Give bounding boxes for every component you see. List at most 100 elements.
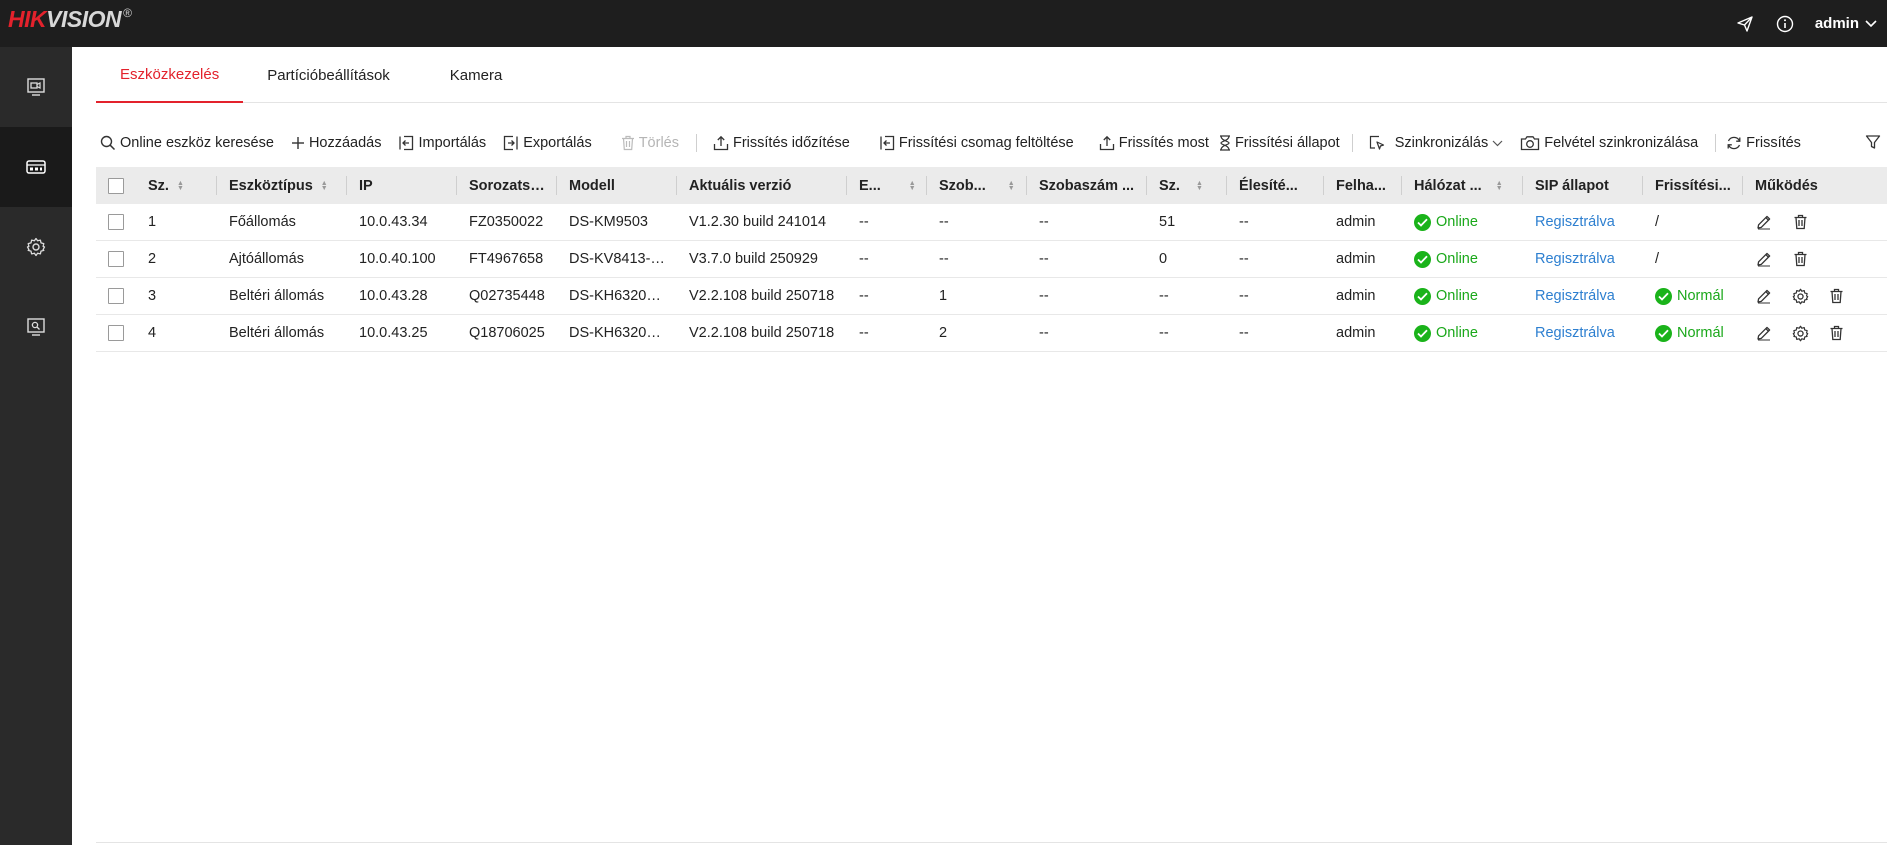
username: admin xyxy=(1336,214,1376,230)
export-icon xyxy=(504,135,518,151)
row-checkbox[interactable] xyxy=(108,251,124,267)
sip-status-link[interactable]: Regisztrálva xyxy=(1535,214,1615,230)
table-cell: V1.2.30 build 241014 xyxy=(677,204,847,241)
import-button[interactable]: Importálás xyxy=(398,135,486,151)
table-cell xyxy=(96,315,136,352)
sip-status-link[interactable]: Regisztrálva xyxy=(1535,288,1615,304)
edit-icon[interactable] xyxy=(1755,213,1773,231)
search-icon xyxy=(100,135,116,151)
refresh-button[interactable]: Frissítés xyxy=(1726,135,1801,151)
info-icon[interactable] xyxy=(1775,14,1795,34)
sidebar-item-maintenance[interactable] xyxy=(0,287,72,367)
sort-icon[interactable]: ▲ ▼ xyxy=(1496,180,1503,192)
search-online-button[interactable]: Online eszköz keresése xyxy=(100,135,274,151)
update-now-button[interactable]: Frissítés most xyxy=(1099,135,1209,151)
table-cell: 4 xyxy=(136,315,217,352)
table-cell: -- xyxy=(1027,204,1147,241)
table-cell xyxy=(96,278,136,315)
gear-icon[interactable] xyxy=(1791,287,1809,305)
table-cell: 3 xyxy=(136,278,217,315)
filter-icon[interactable] xyxy=(1865,134,1881,154)
serial-number: Q02735448 xyxy=(469,288,545,304)
gear-icon[interactable] xyxy=(1791,324,1809,342)
trash-icon[interactable] xyxy=(1791,213,1809,231)
edit-icon[interactable] xyxy=(1755,250,1773,268)
delete-button[interactable]: Törlés xyxy=(621,135,679,151)
col-room[interactable]: Szob... ▲ ▼ xyxy=(927,167,1027,204)
col-serial[interactable]: Sorozatszám xyxy=(457,167,557,204)
trash-icon[interactable] xyxy=(1827,287,1845,305)
edit-icon[interactable] xyxy=(1755,287,1773,305)
update-status: / xyxy=(1655,214,1660,230)
sync-button[interactable]: Szinkronizálás xyxy=(1369,135,1504,151)
col-sz[interactable]: Sz. ▲ ▼ xyxy=(1147,167,1227,204)
sort-icon[interactable]: ▲ ▼ xyxy=(321,180,328,192)
table-cell: Ajtóállomás xyxy=(217,241,347,278)
hourglass-icon xyxy=(1219,135,1230,151)
serial-number: FT4967658 xyxy=(469,251,544,267)
schedule-update-button[interactable]: Frissítés időzítése xyxy=(713,135,850,151)
user-menu[interactable]: admin xyxy=(1815,15,1877,32)
col-no[interactable]: Sz. ▲ ▼ xyxy=(136,167,217,204)
device-type: Beltéri állomás xyxy=(229,325,325,341)
sidebar-item-settings[interactable] xyxy=(0,207,72,287)
row-operations xyxy=(1755,324,1845,342)
col-update[interactable]: Frissítési... xyxy=(1643,167,1743,204)
tab-device-management[interactable]: Eszközkezelés xyxy=(96,47,244,103)
room-number: -- xyxy=(1039,214,1049,230)
serial-number: Q18706025 xyxy=(469,325,545,341)
row-checkbox[interactable] xyxy=(108,325,124,341)
update-status-button[interactable]: Frissítési állapot xyxy=(1219,135,1340,151)
table-row[interactable]: 4 Beltéri állomás 10.0.43.25 Q18706025 DS-KH… xyxy=(96,315,1887,352)
row-checkbox[interactable] xyxy=(108,288,124,304)
row-operations xyxy=(1755,250,1809,268)
col-user[interactable]: Felha... xyxy=(1324,167,1402,204)
update-status: / xyxy=(1655,251,1660,267)
sip-status-link[interactable]: Regisztrálva xyxy=(1535,325,1615,341)
record-sync-button[interactable]: Felvétel szinkronizálása xyxy=(1520,135,1698,151)
username: admin xyxy=(1336,251,1376,267)
sort-icon[interactable]: ▲ ▼ xyxy=(177,180,184,192)
sort-icon[interactable]: ▲ ▼ xyxy=(909,180,916,192)
select-all-checkbox[interactable] xyxy=(108,177,124,194)
sort-icon[interactable]: ▲ ▼ xyxy=(1196,180,1203,192)
upload-package-button[interactable]: Frissítési csomag feltöltése xyxy=(879,135,1074,151)
edit-icon[interactable] xyxy=(1755,324,1773,342)
col-type[interactable]: Eszköztípus ▲ ▼ xyxy=(217,167,347,204)
sidebar-item-devices[interactable] xyxy=(0,127,72,207)
export-button[interactable]: Exportálás xyxy=(503,135,592,151)
table-row[interactable]: 1 Főállomás 10.0.43.34 FZ0350022 DS-KM9503 V1… xyxy=(96,204,1887,241)
col-arming[interactable]: Élesíté... xyxy=(1227,167,1324,204)
row-operations xyxy=(1755,287,1845,305)
add-button[interactable]: Hozzáadás xyxy=(291,135,381,151)
col-ip[interactable]: IP xyxy=(347,167,457,204)
device-model: DS-KH6320-WTE1 xyxy=(569,288,665,304)
col-sip[interactable]: SIP állapot xyxy=(1523,167,1643,204)
table-row[interactable]: 3 Beltéri állomás 10.0.43.28 Q02735448 DS-KH… xyxy=(96,278,1887,315)
table-cell: -- xyxy=(1027,241,1147,278)
table-cell: 10.0.40.100 xyxy=(347,241,457,278)
sidebar-item-live-view[interactable] xyxy=(0,47,72,127)
sip-status-link[interactable]: Regisztrálva xyxy=(1535,251,1615,267)
arming: -- xyxy=(1239,325,1249,341)
serial-number: FZ0350022 xyxy=(469,214,544,230)
tab-partition-settings[interactable]: Partícióbeállítások xyxy=(243,47,450,103)
network-status: Online xyxy=(1414,250,1478,268)
trash-icon[interactable] xyxy=(1827,324,1845,342)
col-model[interactable]: Modell xyxy=(557,167,677,204)
sync-cursor-icon xyxy=(1369,135,1384,150)
table-row[interactable]: 2 Ajtóállomás 10.0.40.100 FT4967658 DS-KV841… xyxy=(96,241,1887,278)
table-cell: -- xyxy=(1227,278,1324,315)
col-version[interactable]: Aktuális verzió xyxy=(677,167,847,204)
col-network[interactable]: Hálózat ... ▲ ▼ xyxy=(1402,167,1523,204)
send-icon[interactable] xyxy=(1735,14,1755,34)
tab-camera[interactable]: Kamera xyxy=(450,47,527,103)
col-room-number[interactable]: Szobaszám ... xyxy=(1027,167,1147,204)
sort-icon[interactable]: ▲ ▼ xyxy=(1008,180,1015,192)
table-cell: -- xyxy=(1227,315,1324,352)
row-checkbox[interactable] xyxy=(108,214,124,230)
table-cell: DS-KH6320-WTE1 xyxy=(557,315,677,352)
trash-icon[interactable] xyxy=(1791,250,1809,268)
table-cell: 1 xyxy=(927,278,1027,315)
col-e[interactable]: E... ▲ ▼ xyxy=(847,167,927,204)
